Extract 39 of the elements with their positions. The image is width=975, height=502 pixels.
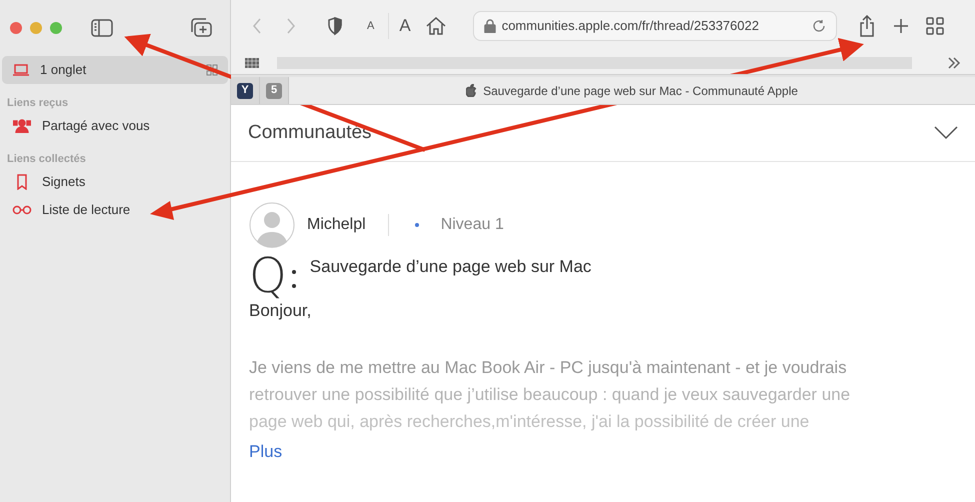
section-heading: Liens reçus (6, 96, 70, 111)
avatar-silhouette (249, 202, 295, 248)
question-mark-letter: Q (249, 250, 287, 302)
sidebar-item[interactable]: Liste de lecture (0, 196, 230, 224)
colon-icon (292, 270, 296, 288)
chevron-down-icon[interactable] (934, 126, 958, 140)
greeting-text: Bonjour, (249, 300, 312, 322)
more-link[interactable]: Plus (249, 438, 282, 464)
author-name[interactable]: Michelpl (307, 213, 366, 237)
apple-logo-icon (466, 84, 478, 97)
bookmark-icon (16, 174, 28, 190)
laptop-icon (12, 64, 30, 76)
tab-overview-icon[interactable] (924, 16, 945, 36)
grid-icon[interactable] (245, 58, 259, 68)
sidebar-item[interactable]: Partagé avec vous (0, 112, 230, 140)
pinned-tab[interactable]: Y (231, 77, 260, 104)
sidebar-item[interactable]: Signets (0, 168, 230, 196)
body-text-line: page web qui, après recherches,m'intéresse, j'ai la possibilité de créer une (249, 410, 810, 432)
section-heading: Liens collectés (6, 152, 87, 167)
lock-icon (484, 19, 496, 33)
sidebar-icon[interactable] (91, 19, 113, 37)
body-text-line: Je viens de me mettre au Mac Book Air - PC jusqu'à maintenant - et je voudrais (249, 356, 848, 378)
body-text-line: retrouver une possibilité que j’utilise beaucoup : quand je veux sauvegarder une (249, 384, 852, 406)
tabs-sidebar-item[interactable]: 1 onglet (2, 56, 228, 84)
smaller-text-button[interactable]: A (367, 18, 374, 34)
level-label: Niveau 1 (440, 215, 504, 235)
home-icon[interactable] (424, 15, 447, 37)
question-title: Sauvegarde d’une page web sur Mac (310, 256, 592, 278)
address-bar[interactable]: communities.apple.com/fr/thread/253376022 (472, 11, 837, 41)
new-tab-group-icon[interactable] (190, 18, 212, 38)
chevrons-icon[interactable] (947, 57, 961, 69)
larger-text-button[interactable]: A (388, 13, 411, 39)
reload-icon[interactable] (812, 19, 826, 33)
browser-tab[interactable]: Sauvegarde d’une page web sur Mac - Communauté Apple (289, 77, 975, 104)
tab-grid-icon (206, 64, 218, 76)
people-icon (13, 119, 31, 133)
site-title: Communautés (248, 120, 372, 145)
glasses-icon (12, 205, 32, 215)
close-window-button[interactable] (10, 22, 22, 34)
